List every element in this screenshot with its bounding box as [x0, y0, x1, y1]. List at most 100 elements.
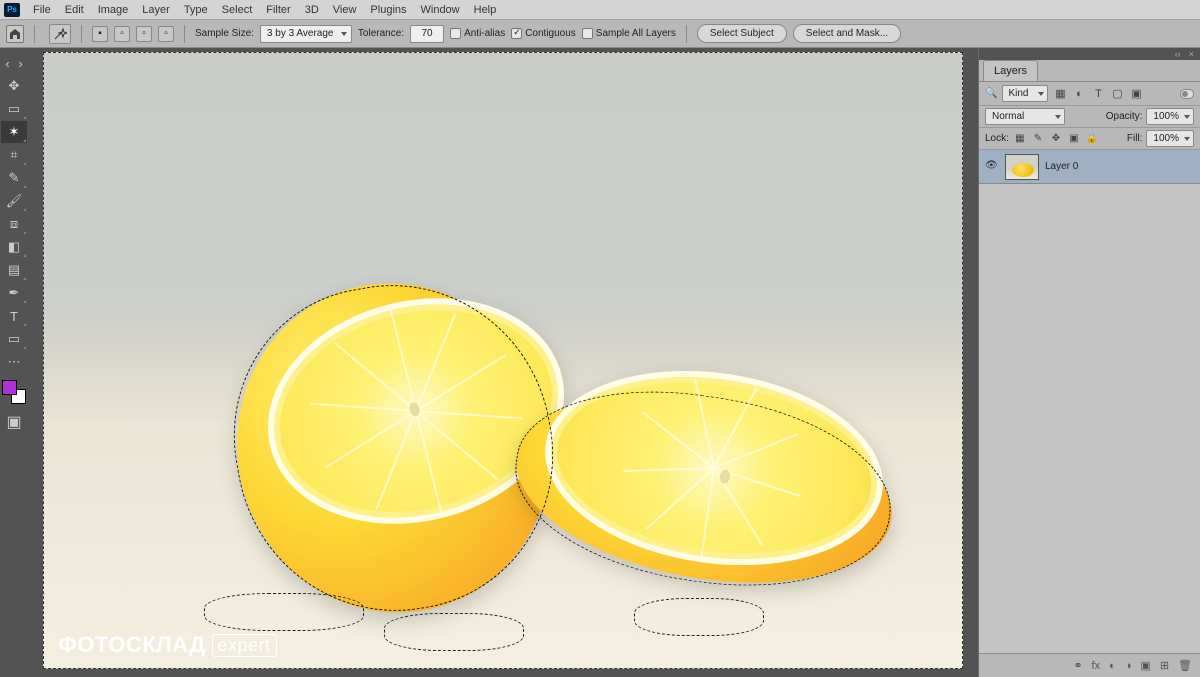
more-tools[interactable]: ⋯ [1, 351, 27, 373]
options-bar: ▪ ▫ ▫ ▫ Sample Size: 3 by 3 Average Tole… [0, 20, 1200, 48]
image-subject-left [224, 283, 564, 613]
shape-tool[interactable]: ▭ [1, 328, 27, 350]
menu-3d[interactable]: 3D [298, 4, 326, 16]
main-area: ‹› ✥ ▭ ✶ ⌗ ✎ 🖌 ⧈ ◧ ▤ ✒ T ▭ ⋯ ▣ [0, 48, 1200, 677]
close-icon[interactable]: × [1189, 49, 1194, 59]
selection-marquee [384, 613, 524, 651]
right-panels: ‹‹ × Layers 🔍 Kind ▦ ◐ T ▢ ▣ Normal Opaci… [978, 48, 1200, 677]
home-button[interactable] [6, 25, 24, 43]
menu-select[interactable]: Select [215, 4, 260, 16]
select-and-mask-button[interactable]: Select and Mask... [793, 24, 901, 43]
visibility-icon[interactable]: 👁 [985, 160, 999, 174]
menu-view[interactable]: View [326, 4, 364, 16]
adjustment-icon[interactable]: ◑ [1125, 660, 1132, 672]
sample-size-label: Sample Size: [195, 28, 254, 39]
gradient-tool[interactable]: ▤ [1, 259, 27, 281]
lock-artboard-icon[interactable]: ▣ [1067, 132, 1081, 146]
search-icon: 🔍 [985, 88, 997, 99]
tolerance-input[interactable]: 70 [410, 25, 444, 43]
current-tool-icon[interactable] [49, 24, 71, 44]
selection-add-icon[interactable]: ▫ [114, 26, 130, 42]
app-logo: Ps [4, 3, 20, 17]
document-canvas[interactable]: ФОТОСКЛАД expert [43, 52, 963, 669]
filter-smart-icon[interactable]: ▣ [1129, 87, 1143, 101]
clone-stamp-tool[interactable]: ⧈ [1, 213, 27, 235]
watermark-sub: expert [212, 634, 277, 657]
layer-name[interactable]: Layer 0 [1045, 161, 1078, 172]
lock-transparent-icon[interactable]: ▦ [1013, 132, 1027, 146]
selection-intersect-icon[interactable]: ▫ [158, 26, 174, 42]
anti-alias-label: Anti-alias [464, 28, 505, 39]
collapse-handle[interactable]: › [14, 52, 27, 74]
menu-help[interactable]: Help [467, 4, 504, 16]
trash-icon[interactable]: 🗑 [1178, 659, 1192, 672]
blend-mode-dropdown[interactable]: Normal [985, 108, 1065, 125]
separator [81, 25, 82, 43]
layer-item[interactable]: 👁 Layer 0 [979, 150, 1200, 184]
brush-tool[interactable]: 🖌 [1, 190, 27, 212]
fx-icon[interactable]: fx [1092, 660, 1101, 672]
lock-pixels-icon[interactable]: ✎ [1031, 132, 1045, 146]
move-tool[interactable]: ✥ [1, 75, 27, 97]
mask-icon[interactable]: ◐ [1109, 660, 1116, 672]
opacity-label: Opacity: [1106, 111, 1143, 122]
select-subject-button[interactable]: Select Subject [697, 24, 787, 43]
collapse-handle[interactable]: ‹ [1, 52, 14, 74]
selection-subtract-icon[interactable]: ▫ [136, 26, 152, 42]
watermark-text: ФОТОСКЛАД [58, 632, 206, 658]
contiguous-label: Contiguous [525, 28, 576, 39]
separator [686, 25, 687, 43]
link-layers-icon[interactable]: ⚭ [1073, 659, 1082, 672]
image-subject-right [514, 363, 894, 613]
crop-tool[interactable]: ⌗ [1, 144, 27, 166]
panel-tabs: Layers [979, 60, 1200, 82]
menu-file[interactable]: File [26, 4, 58, 16]
menu-edit[interactable]: Edit [58, 4, 91, 16]
tab-layers[interactable]: Layers [983, 60, 1038, 81]
menu-image[interactable]: Image [91, 4, 136, 16]
separator [34, 25, 35, 43]
color-swatches[interactable] [2, 380, 26, 404]
lock-all-icon[interactable]: 🔒 [1085, 132, 1099, 146]
chevron-left-icon[interactable]: ‹‹ [1175, 49, 1181, 59]
group-icon[interactable]: ▣ [1140, 659, 1150, 672]
sample-all-layers-option[interactable]: Sample All Layers [582, 28, 676, 39]
filter-kind-dropdown[interactable]: Kind [1002, 85, 1048, 102]
fill-input[interactable]: 100% [1146, 130, 1194, 147]
pen-tool[interactable]: ✒ [1, 282, 27, 304]
menu-type[interactable]: Type [177, 4, 215, 16]
sample-size-dropdown[interactable]: 3 by 3 Average [260, 25, 352, 43]
menu-layer[interactable]: Layer [135, 4, 177, 16]
filter-pixel-icon[interactable]: ▦ [1053, 87, 1067, 101]
opacity-input[interactable]: 100% [1146, 108, 1194, 125]
quick-mask-toggle[interactable]: ▣ [4, 413, 24, 431]
lock-position-icon[interactable]: ✥ [1049, 132, 1063, 146]
selection-marquee [634, 598, 764, 636]
foreground-color[interactable] [2, 380, 17, 395]
layer-thumbnail[interactable] [1005, 154, 1039, 180]
filter-adjust-icon[interactable]: ◐ [1072, 87, 1086, 101]
home-icon [9, 28, 21, 40]
eraser-tool[interactable]: ◧ [1, 236, 27, 258]
new-layer-icon[interactable]: ⊞ [1160, 659, 1169, 672]
marquee-tool[interactable]: ▭ [1, 98, 27, 120]
magic-wand-tool[interactable]: ✶ [1, 121, 27, 143]
selection-new-icon[interactable]: ▪ [92, 26, 108, 42]
type-tool[interactable]: T [1, 305, 27, 327]
magic-wand-icon [53, 27, 67, 41]
contiguous-option[interactable]: Contiguous [511, 28, 576, 39]
eyedropper-tool[interactable]: ✎ [1, 167, 27, 189]
filter-shape-icon[interactable]: ▢ [1110, 87, 1124, 101]
canvas-viewport[interactable]: ФОТОСКЛАД expert [28, 48, 978, 677]
menu-filter[interactable]: Filter [259, 4, 297, 16]
anti-alias-option[interactable]: Anti-alias [450, 28, 505, 39]
panel-handle[interactable]: ‹‹ × [979, 48, 1200, 60]
layer-list[interactable]: 👁 Layer 0 [979, 150, 1200, 653]
menu-window[interactable]: Window [414, 4, 467, 16]
menu-plugins[interactable]: Plugins [363, 4, 413, 16]
layers-panel-footer: ⚭ fx ◐ ◑ ▣ ⊞ 🗑 [979, 653, 1200, 677]
sample-all-label: Sample All Layers [596, 28, 676, 39]
filter-type-icon[interactable]: T [1091, 87, 1105, 101]
layer-filter-row: 🔍 Kind ▦ ◐ T ▢ ▣ [979, 82, 1200, 106]
filter-toggle[interactable] [1180, 89, 1194, 99]
